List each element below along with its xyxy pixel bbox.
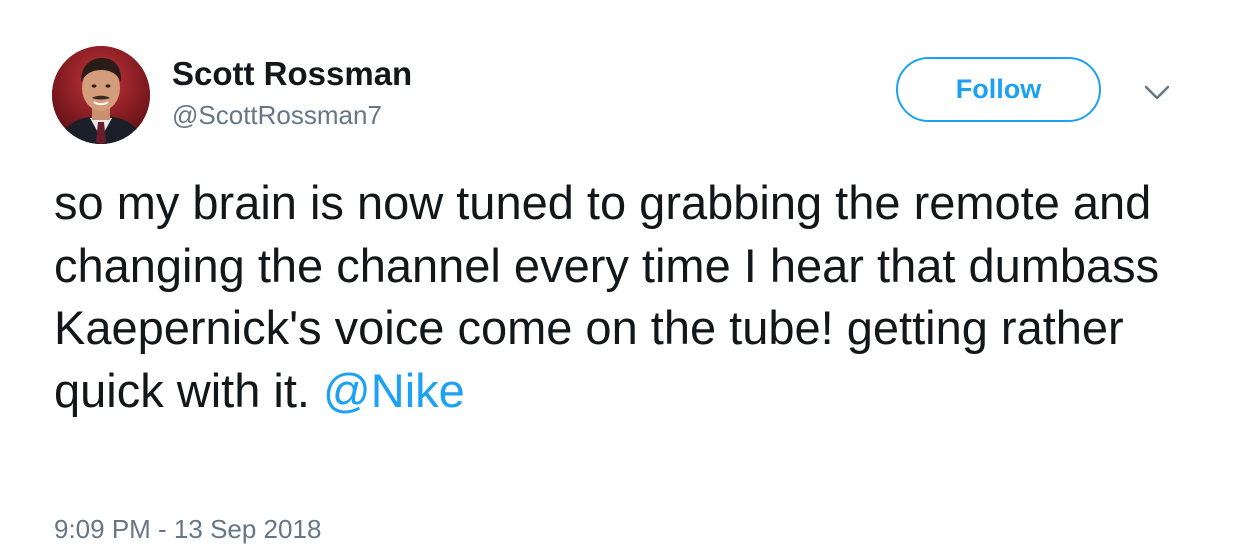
avatar-photo — [52, 46, 150, 144]
tweet-card: Scott Rossman @ScottRossman7 Follow so m… — [0, 0, 1242, 560]
chevron-down-icon[interactable] — [1142, 80, 1172, 104]
tweet-timestamp[interactable]: 9:09 PM - 13 Sep 2018 — [54, 514, 321, 545]
display-name[interactable]: Scott Rossman — [172, 55, 412, 93]
tweet-text: so my brain is now tuned to grabbing the… — [54, 172, 1194, 422]
follow-button[interactable]: Follow — [896, 57, 1101, 122]
mention-link[interactable]: @Nike — [323, 364, 465, 417]
user-handle[interactable]: @ScottRossman7 — [172, 100, 382, 131]
tweet-body: so my brain is now tuned to grabbing the… — [54, 176, 1160, 417]
avatar[interactable] — [52, 46, 150, 144]
